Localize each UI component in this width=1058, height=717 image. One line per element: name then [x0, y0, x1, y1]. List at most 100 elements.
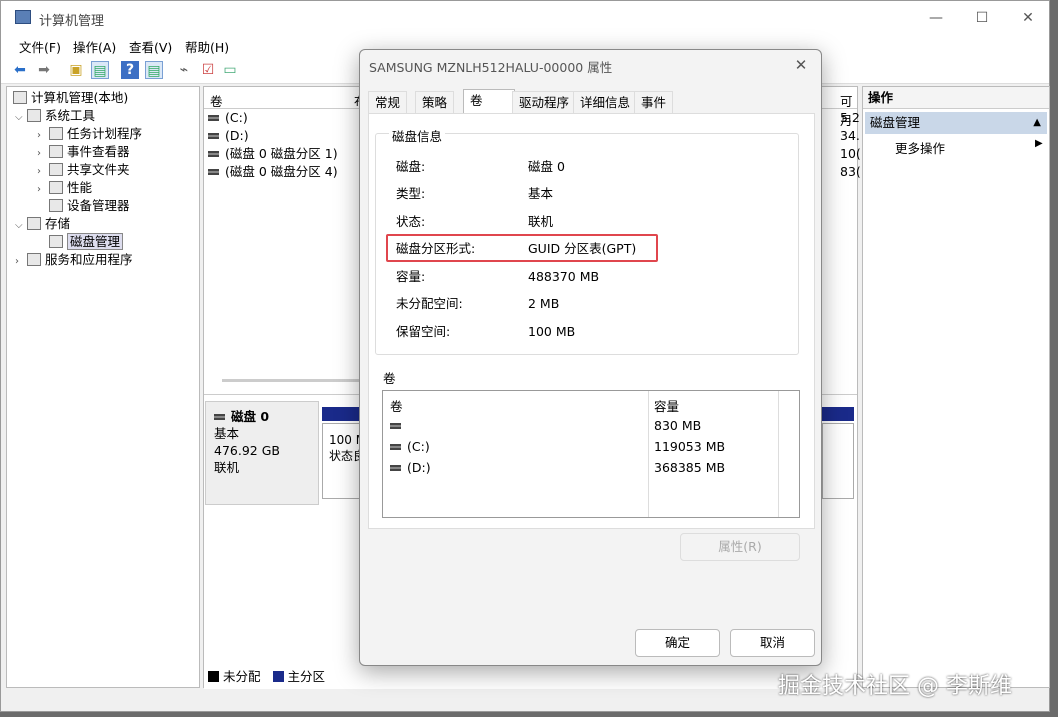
partition-box-right[interactable]	[822, 423, 854, 499]
table-row[interactable]: (磁盘 0 磁盘分区 4)	[208, 163, 338, 181]
prop-label: 类型:	[396, 186, 426, 201]
ok-button[interactable]: 确定	[635, 629, 720, 657]
table-row[interactable]: (D:)	[208, 127, 249, 145]
drive-icon	[208, 133, 219, 139]
tree-services-apps[interactable]: › 服务和应用程序	[15, 251, 133, 268]
column-volume[interactable]: 卷	[210, 91, 223, 110]
minimize-button[interactable]: —	[913, 6, 959, 30]
partition-box[interactable]: 100 M 状态良	[322, 423, 362, 499]
drive-icon	[390, 423, 401, 429]
disk-properties-dialog: SAMSUNG MZNLH512HALU-00000 属性 ✕ 常规 策略 卷 …	[359, 49, 822, 666]
show-action-pane-icon[interactable]: ▤	[145, 61, 163, 79]
disk-title: 磁盘 0	[214, 408, 310, 425]
volume-capacity: 119053 MB	[654, 439, 726, 454]
horizontal-scrollbar[interactable]	[222, 379, 362, 382]
prop-label: 容量:	[396, 269, 426, 284]
connect-icon[interactable]: ⌁	[175, 61, 193, 79]
dialog-title: SAMSUNG MZNLH512HALU-00000 属性	[369, 60, 613, 75]
show-hide-tree-icon[interactable]: ▤	[91, 61, 109, 79]
table-row[interactable]: (磁盘 0 磁盘分区 1)	[208, 145, 338, 163]
dialog-close-icon[interactable]: ✕	[789, 54, 813, 76]
computer-management-icon	[15, 10, 31, 24]
tab-volumes[interactable]: 卷	[463, 89, 515, 114]
menu-help[interactable]: 帮助(H)	[185, 37, 229, 56]
tab-events[interactable]: 事件	[634, 91, 674, 113]
volume-capacity: 830 MB	[654, 418, 702, 433]
list-item[interactable]	[390, 417, 407, 435]
performance-icon	[49, 181, 63, 194]
prop-label: 磁盘分区形式:	[396, 241, 476, 256]
tree-device-manager[interactable]: 设备管理器	[49, 197, 130, 214]
legend-primary: 主分区	[287, 669, 326, 684]
chevron-right-icon[interactable]: ›	[37, 181, 49, 198]
chevron-right-icon[interactable]: ›	[15, 253, 27, 270]
forward-arrow-icon[interactable]: ➡	[35, 61, 53, 79]
window-title: 计算机管理	[39, 14, 105, 29]
properties-icon[interactable]: ▭	[221, 61, 239, 79]
tree-shared-folders[interactable]: › 共享文件夹	[37, 161, 130, 178]
computer-icon	[13, 91, 27, 104]
prop-value: 100 MB	[528, 324, 576, 339]
tree-storage[interactable]: ⌵ 存储	[15, 215, 70, 232]
chevron-right-icon[interactable]: ›	[37, 145, 49, 162]
clock-icon	[49, 127, 63, 140]
close-button[interactable]: ✕	[1005, 6, 1051, 30]
prop-label: 状态:	[396, 214, 426, 229]
tab-general[interactable]: 常规	[368, 91, 408, 113]
actions-section-disk-management[interactable]: 磁盘管理 ▲	[865, 112, 1047, 134]
list-item[interactable]: (C:)	[390, 438, 430, 456]
tab-driver[interactable]: 驱动程序	[512, 91, 577, 113]
maximize-button[interactable]: ☐	[959, 6, 1005, 30]
menu-view[interactable]: 查看(V)	[129, 37, 172, 56]
tree-system-tools[interactable]: ⌵ 系统工具	[15, 107, 95, 124]
submenu-arrow-icon: ▶	[1035, 138, 1043, 149]
tree-performance[interactable]: › 性能	[37, 179, 92, 196]
disk-icon	[214, 414, 225, 420]
drive-icon	[390, 465, 401, 471]
table-row[interactable]: (C:)	[208, 109, 248, 127]
legend-unallocated: 未分配	[223, 669, 261, 684]
prop-label: 磁盘:	[396, 159, 426, 174]
column-divider	[778, 391, 779, 517]
tab-details[interactable]: 详细信息	[573, 91, 638, 113]
volume-properties-button[interactable]: 属性(R)	[680, 533, 800, 561]
menu-action[interactable]: 操作(A)	[73, 37, 116, 56]
storage-icon	[27, 217, 41, 230]
help-icon[interactable]: ?	[121, 61, 139, 79]
chevron-right-icon[interactable]: ›	[37, 163, 49, 180]
chevron-down-icon[interactable]: ⌵	[15, 109, 27, 126]
menu-file[interactable]: 文件(F)	[19, 37, 61, 56]
more-actions-label: 更多操作	[895, 141, 946, 156]
disk-management-icon	[49, 235, 63, 248]
tree-task-scheduler[interactable]: › 任务计划程序	[37, 125, 142, 142]
chevron-down-icon[interactable]: ⌵	[15, 217, 27, 234]
volumes-column-capacity[interactable]: 容量	[654, 396, 679, 415]
tab-policies[interactable]: 策略	[415, 91, 455, 113]
disk-name: 磁盘 0	[231, 409, 270, 424]
actions-section-label: 磁盘管理	[870, 115, 921, 130]
list-item[interactable]: (D:)	[390, 459, 431, 477]
volume-name: (C:)	[407, 439, 430, 454]
column-divider	[648, 391, 649, 517]
disk-0-header[interactable]: 磁盘 0 基本 476.92 GB 联机	[205, 401, 319, 505]
checklist-icon[interactable]: ☑	[199, 61, 217, 79]
cancel-button[interactable]: 取消	[730, 629, 815, 657]
disk-status: 联机	[214, 460, 240, 475]
back-arrow-icon[interactable]: ⬅	[11, 61, 29, 79]
disk-type: 基本	[214, 426, 240, 441]
tree-event-viewer[interactable]: › 事件查看器	[37, 143, 130, 160]
more-actions[interactable]: 更多操作 ▶	[895, 138, 1043, 157]
drive-icon	[208, 151, 219, 157]
navigation-tree: 计算机管理(本地) ⌵ 系统工具 › 任务计划程序 › 事件查看器 › 共享文件夹 › 性…	[6, 86, 200, 688]
device-manager-icon	[49, 199, 63, 212]
collapse-up-icon[interactable]: ▲	[1033, 112, 1041, 134]
chevron-right-icon[interactable]: ›	[37, 127, 49, 144]
legend: 未分配 主分区	[208, 666, 325, 685]
tree-disk-management[interactable]: 磁盘管理	[49, 233, 124, 250]
disk-info-label: 磁盘信息	[389, 126, 446, 145]
partition-bar-right	[822, 407, 854, 421]
volumes-column-volume[interactable]: 卷	[390, 396, 403, 415]
tree-root[interactable]: 计算机管理(本地)	[13, 89, 128, 106]
up-folder-icon[interactable]: ▣	[67, 61, 85, 79]
tools-icon	[27, 109, 41, 122]
